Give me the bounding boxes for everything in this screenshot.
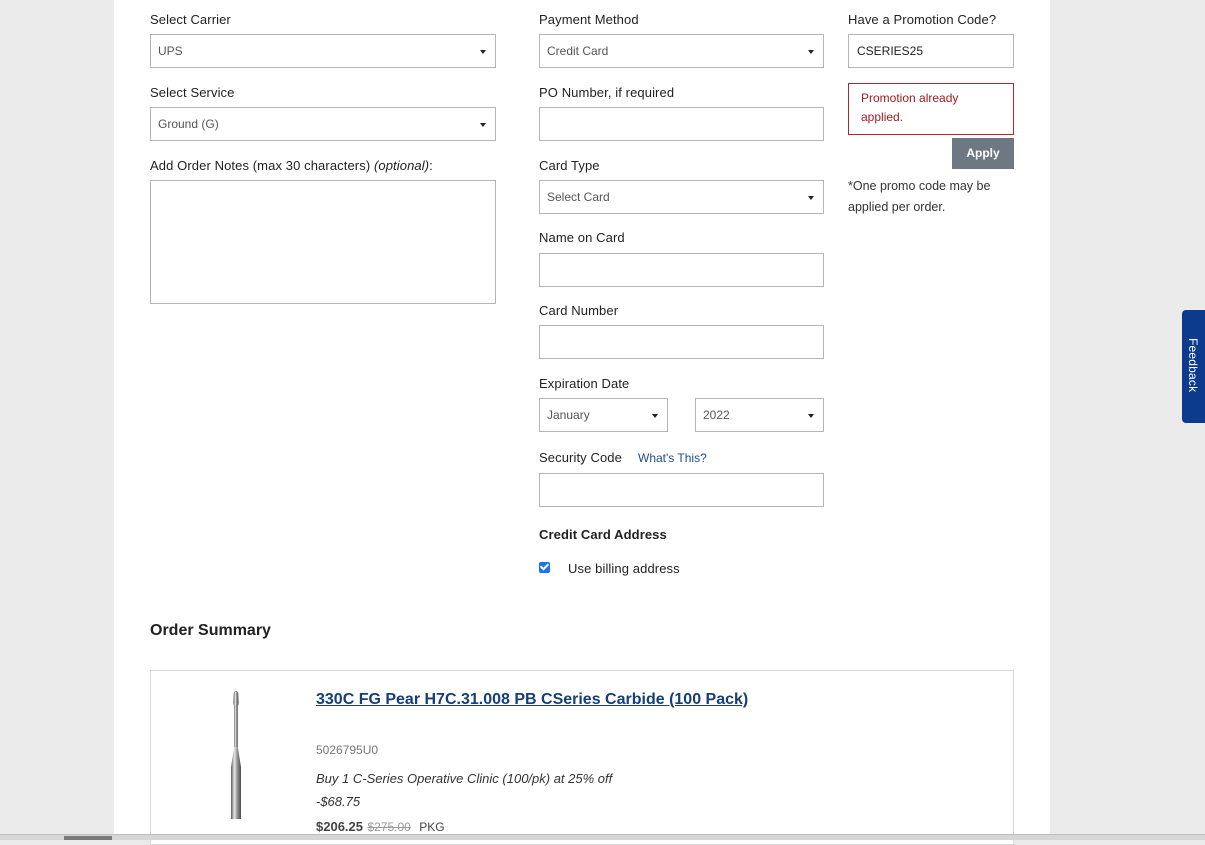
card-number-input[interactable] (539, 325, 824, 359)
chevron-down-icon (808, 196, 814, 200)
po-number-label: PO Number, if required (539, 85, 675, 100)
promo-error-message: Promotion already applied. (848, 83, 1014, 135)
apply-promo-button[interactable]: Apply (952, 138, 1014, 169)
chevron-down-icon (480, 50, 486, 54)
feedback-tab[interactable]: Feedback (1182, 310, 1205, 423)
name-on-card-input[interactable] (539, 253, 824, 287)
promo-code-input[interactable]: CSERIES25 (848, 34, 1014, 68)
product-image (231, 690, 241, 819)
whats-this-link[interactable]: What's This? (638, 451, 707, 465)
order-notes-colon: : (429, 158, 433, 173)
checkout-page: Select Carrier UPS Select Service Ground… (114, 0, 1050, 845)
exp-month-select[interactable]: January (539, 398, 668, 432)
product-price: $206.25 (316, 819, 363, 834)
promo-code-value: CSERIES25 (857, 44, 924, 58)
scrollbar-thumb[interactable] (64, 836, 112, 840)
promo-code-label: Have a Promotion Code? (848, 12, 997, 27)
order-notes-label: Add Order Notes (max 30 characters) (opt… (150, 158, 433, 173)
chevron-down-icon (480, 123, 486, 127)
payment-method-select[interactable]: Credit Card (539, 34, 824, 68)
expiration-date-label: Expiration Date (539, 376, 630, 391)
po-number-input[interactable] (539, 107, 824, 141)
card-type-value: Select Card (547, 190, 610, 204)
product-original-price: $275.00 (367, 820, 411, 834)
payment-method-value: Credit Card (547, 44, 609, 58)
service-label: Select Service (150, 85, 235, 100)
product-title-link[interactable]: 330C FG Pear H7C.31.008 PB CSeries Carbi… (316, 691, 748, 709)
exp-month-value: January (547, 408, 590, 422)
order-summary-title: Order Summary (150, 622, 271, 639)
product-discount: -$68.75 (316, 794, 361, 809)
security-code-input[interactable] (539, 473, 824, 507)
chevron-down-icon (808, 414, 814, 418)
exp-year-value: 2022 (703, 408, 730, 422)
service-select-value: Ground (G) (158, 117, 219, 131)
card-type-select[interactable]: Select Card (539, 180, 824, 214)
use-billing-address-label: Use billing address (568, 561, 680, 576)
order-item-card: 330C FG Pear H7C.31.008 PB CSeries Carbi… (150, 670, 1014, 845)
name-on-card-label: Name on Card (539, 230, 625, 245)
payment-method-label: Payment Method (539, 12, 639, 27)
carrier-select[interactable]: UPS (150, 34, 496, 68)
feedback-label: Feedback (1186, 338, 1200, 393)
chevron-down-icon (808, 50, 814, 54)
order-notes-textarea[interactable] (150, 180, 496, 304)
order-notes-label-text: Add Order Notes (max 30 characters) (150, 158, 371, 173)
order-notes-optional: (optional) (373, 158, 430, 173)
product-sku: 5026795U0 (316, 743, 379, 757)
promo-note: *One promo code may be applied per order… (848, 179, 991, 214)
service-select[interactable]: Ground (G) (150, 107, 496, 141)
card-type-label: Card Type (539, 158, 600, 173)
carrier-label: Select Carrier (150, 12, 231, 27)
card-number-label: Card Number (539, 303, 619, 318)
use-billing-address-checkbox[interactable] (539, 562, 550, 573)
carrier-select-value: UPS (158, 44, 183, 58)
product-promotion: Buy 1 C-Series Operative Clinic (100/pk)… (316, 771, 613, 786)
horizontal-scrollbar[interactable] (0, 834, 1205, 840)
product-unit: PKG (419, 820, 445, 834)
chevron-down-icon (652, 414, 658, 418)
exp-year-select[interactable]: 2022 (695, 398, 824, 432)
credit-card-address-heading: Credit Card Address (539, 527, 667, 542)
security-code-label: Security Code (539, 450, 622, 465)
